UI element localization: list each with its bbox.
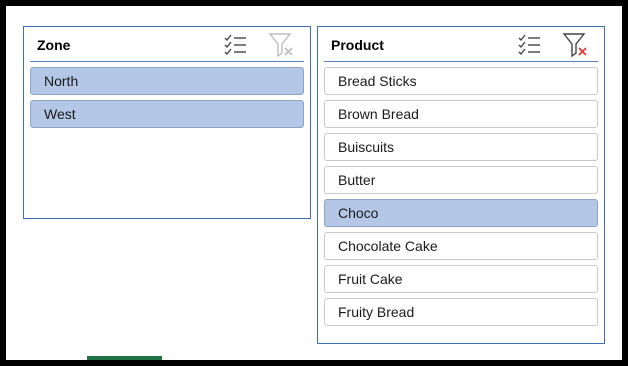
clear-filter-icon[interactable]: [268, 32, 294, 58]
multi-select-icon[interactable]: [516, 32, 542, 58]
slicer-item[interactable]: Fruit Cake: [324, 265, 598, 293]
slicer-item[interactable]: Brown Bread: [324, 100, 598, 128]
sheet-tab-indicator: [87, 356, 162, 360]
slicer-item[interactable]: Buiscuits: [324, 133, 598, 161]
slicer-item[interactable]: Butter: [324, 166, 598, 194]
multi-select-icon[interactable]: [222, 32, 248, 58]
slicer-item[interactable]: North: [30, 67, 304, 95]
zone-slicer: Zone North West: [23, 26, 311, 219]
product-slicer: Product Bread Sticks Brown Bread Buiscuits…: [317, 26, 605, 344]
product-slicer-header: Product: [324, 27, 598, 62]
product-slicer-items: Bread Sticks Brown Bread Buiscuits Butter Ch…: [324, 67, 598, 331]
slicer-item[interactable]: Choco: [324, 199, 598, 227]
slicer-item[interactable]: Bread Sticks: [324, 67, 598, 95]
zone-slicer-items: North West: [30, 67, 304, 133]
zone-slicer-header: Zone: [30, 27, 304, 62]
zone-slicer-title: Zone: [37, 37, 71, 53]
slicer-item[interactable]: West: [30, 100, 304, 128]
clear-filter-icon[interactable]: [562, 32, 588, 58]
product-slicer-title: Product: [331, 37, 384, 53]
slicer-item[interactable]: Chocolate Cake: [324, 232, 598, 260]
slicer-item[interactable]: Fruity Bread: [324, 298, 598, 326]
